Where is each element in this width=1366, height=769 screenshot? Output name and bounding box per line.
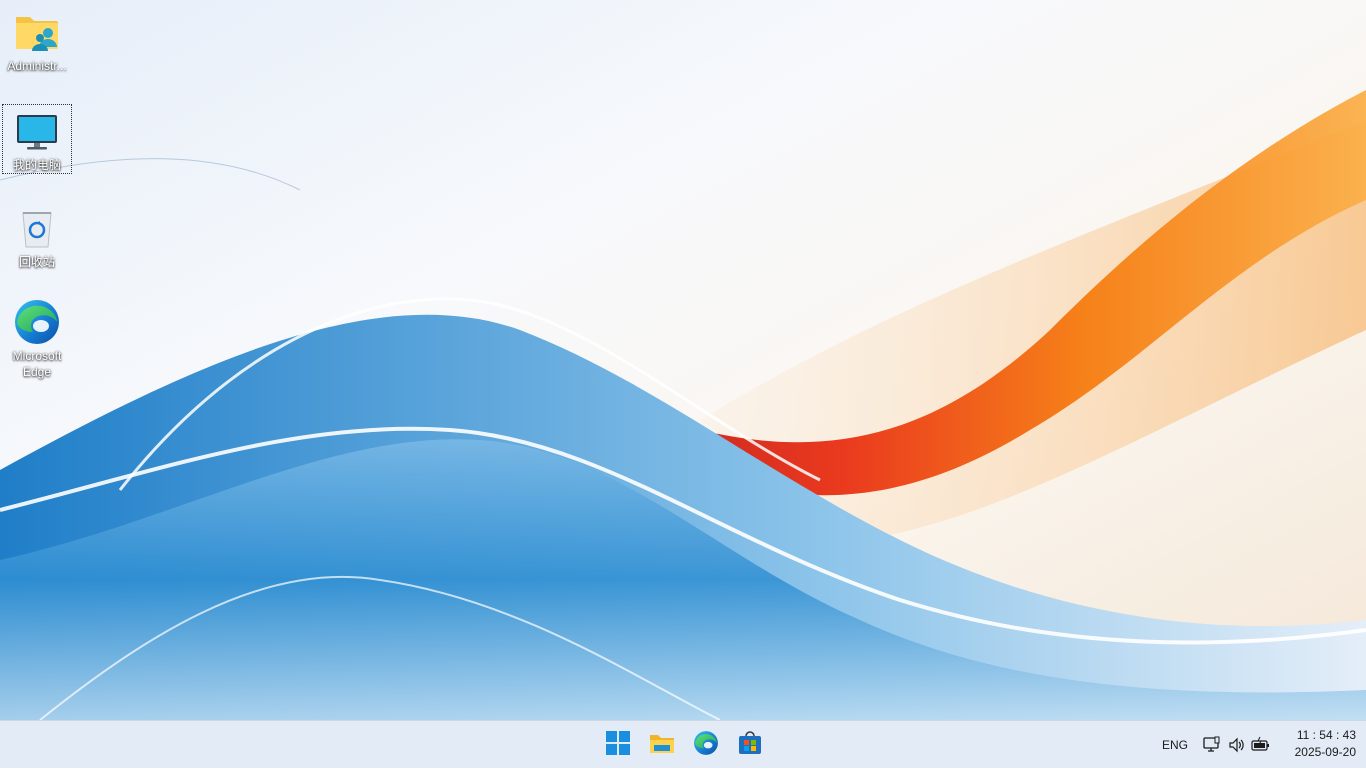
clock-date: 2025-09-20 [1294,745,1356,759]
microsoft-store-button[interactable] [730,725,770,765]
input-language-indicator[interactable]: ENG [1158,721,1192,769]
system-clock[interactable]: 11 : 54 : 43 2025-09-20 [1278,727,1356,761]
edge-icon [13,300,61,344]
user-folder-icon [13,10,61,54]
edge-icon [693,730,719,761]
edge-taskbar-button[interactable] [686,725,726,765]
microsoft-store-icon [738,730,762,760]
desktop-icon-my-computer[interactable]: 我的电脑 [2,104,72,174]
file-explorer-button[interactable] [642,725,682,765]
desktop-icon-administrator[interactable]: Administr... [2,4,72,74]
file-explorer-icon [649,732,675,759]
desktop-icon-recycle-bin[interactable]: 回收站 [2,200,72,270]
recycle-bin-icon [13,206,61,250]
volume-icon[interactable] [1227,735,1247,755]
battery-icon[interactable] [1251,735,1271,755]
desktop-icon-label: Administr... [7,59,67,73]
desktop-icon-label: 我的电脑 [12,158,61,172]
windows-start-icon [606,730,630,760]
network-icon[interactable] [1202,735,1222,755]
desktop-icon-microsoft-edge[interactable]: Microsoft Edge [2,294,72,380]
start-button[interactable] [598,725,638,765]
desktop-icon-label: 回收站 [18,255,55,269]
clock-time: 11 : 54 : 43 [1296,728,1356,742]
desktop-icon-label: Microsoft Edge [12,349,62,379]
wallpaper [0,0,1366,720]
taskbar: ENG 11 : 54 : 43 2025-09-20 [0,720,1366,768]
monitor-icon [13,111,61,153]
desktop[interactable]: Administr... 我的电脑 回收站 Microsoft Edge [0,0,1366,720]
